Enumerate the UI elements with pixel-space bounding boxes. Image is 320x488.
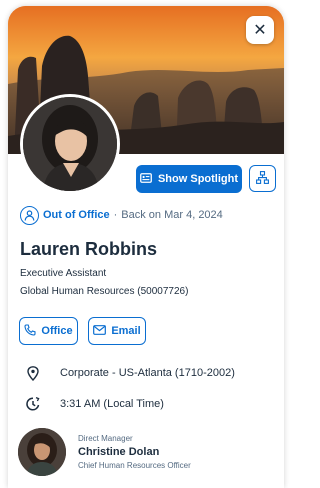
manager-avatar: [18, 428, 66, 476]
close-button[interactable]: ✕: [246, 16, 274, 44]
clock-icon: [24, 395, 42, 413]
direct-manager[interactable]: Direct Manager Christine Dolan Chief Hum…: [18, 424, 278, 480]
close-icon: ✕: [253, 22, 267, 39]
person-status-icon: [20, 205, 39, 225]
show-spotlight-label: Show Spotlight: [157, 173, 239, 185]
location-row: Corporate - US-Atlanta (1710-2002): [24, 363, 235, 383]
local-time-row: 3:31 AM (Local Time): [24, 394, 164, 414]
status-separator: ·: [113, 209, 118, 221]
location-text: Corporate - US-Atlanta (1710-2002): [60, 367, 235, 379]
profile-avatar: [20, 94, 120, 194]
show-spotlight-button[interactable]: Show Spotlight: [136, 165, 242, 193]
status-label: Out of Office: [43, 209, 110, 221]
email-icon: [93, 324, 107, 338]
profile-card: ✕ Show Spotlight Out of Office · Back on…: [8, 6, 284, 488]
availability-status: Out of Office · Back on Mar 4, 2024: [20, 205, 223, 225]
profile-name: Lauren Robbins: [20, 239, 158, 259]
phone-icon: [24, 323, 36, 339]
job-title: Executive Assistant: [20, 268, 107, 279]
location-pin-icon: [24, 364, 42, 382]
office-phone-button[interactable]: Office: [19, 317, 78, 345]
manager-name[interactable]: Christine Dolan: [78, 446, 191, 458]
status-detail: Back on Mar 4, 2024: [121, 209, 223, 221]
manager-title: Chief Human Resources Officer: [78, 461, 191, 470]
local-time-text: 3:31 AM (Local Time): [60, 398, 164, 410]
org-chart-icon: [256, 170, 269, 187]
department: Global Human Resources (50007726): [20, 286, 189, 297]
org-chart-button[interactable]: [249, 165, 276, 192]
manager-role-label: Direct Manager: [78, 434, 133, 443]
email-button[interactable]: Email: [88, 317, 146, 345]
office-button-label: Office: [41, 325, 73, 337]
email-button-label: Email: [111, 325, 141, 337]
spotlight-icon: [140, 172, 152, 186]
